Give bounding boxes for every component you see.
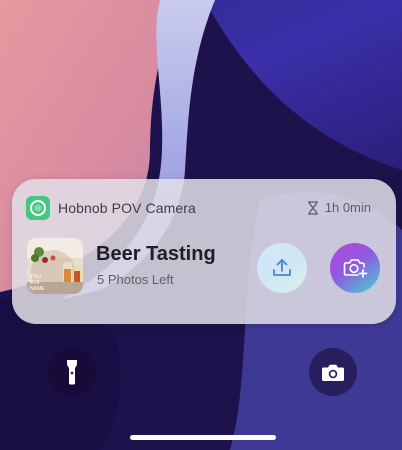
flashlight-icon [67, 360, 77, 385]
flashlight-button[interactable] [48, 348, 96, 396]
pov-camera-widget[interactable]: Hobnob POV Camera 1h 0min YOU EVE NAME B… [12, 179, 396, 324]
app-name: Hobnob POV Camera [58, 200, 196, 216]
hobnob-app-icon [26, 196, 50, 220]
time-remaining: 1h 0min [307, 200, 371, 215]
photos-left-count: 5 Photos Left [97, 272, 174, 287]
take-photo-button[interactable] [330, 243, 380, 293]
timer-text: 1h 0min [324, 200, 371, 215]
hourglass-icon [307, 200, 318, 215]
camera-icon [322, 364, 344, 381]
home-indicator[interactable] [130, 435, 276, 440]
event-thumbnail[interactable]: YOU EVE NAME [27, 238, 83, 294]
upload-button[interactable] [257, 243, 307, 293]
thumbnail-text-3: NAME [30, 286, 45, 292]
event-title: Beer Tasting [96, 243, 216, 265]
upload-icon [273, 259, 291, 276]
camera-plus-icon [343, 259, 368, 278]
lock-screen-camera-button[interactable] [309, 348, 357, 396]
lock-screen: Hobnob POV Camera 1h 0min YOU EVE NAME B… [0, 0, 402, 450]
